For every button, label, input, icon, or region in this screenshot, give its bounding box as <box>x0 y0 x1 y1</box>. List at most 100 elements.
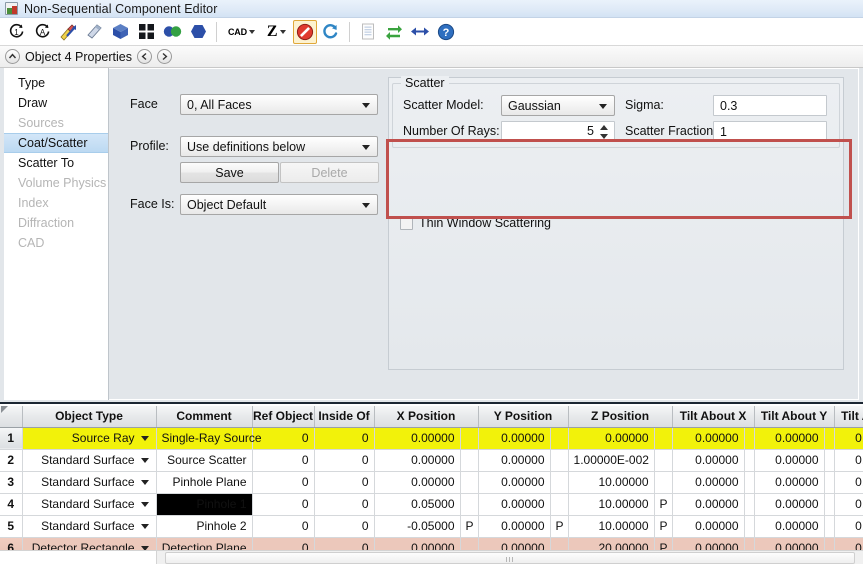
cell-tilt-about-z[interactable]: 0.00000 <box>834 427 863 449</box>
row-header-4[interactable]: 4 <box>0 493 22 515</box>
scatter-model-combobox[interactable]: Gaussian <box>501 95 615 116</box>
no-entry-icon[interactable] <box>293 20 317 44</box>
cell-object-type[interactable]: Standard Surface <box>22 493 156 515</box>
cell-y-position[interactable]: 0.00000 <box>478 471 550 493</box>
cell-comment[interactable]: Source Scatter <box>156 449 252 471</box>
cell-tilt-about-y[interactable]: 0.00000 <box>754 471 824 493</box>
update-all-icon[interactable]: A <box>30 20 54 44</box>
cell-ref-object[interactable]: 0 <box>252 493 314 515</box>
cell-x-position[interactable]: -0.05000 <box>374 515 460 537</box>
sigma-input[interactable]: 0.3 <box>713 95 827 116</box>
cell-x-pickup-flag[interactable] <box>460 427 478 449</box>
cell-tilt-about-x[interactable]: 0.00000 <box>672 493 744 515</box>
cell-x-pickup-flag[interactable] <box>460 449 478 471</box>
cell-x-pickup-flag[interactable] <box>460 471 478 493</box>
cell-z-position[interactable]: 1.00000E-002 <box>568 449 654 471</box>
cell-z-position[interactable]: 10.00000 <box>568 493 654 515</box>
cell-y-position[interactable]: 0.00000 <box>478 515 550 537</box>
table-row[interactable]: 5Standard SurfacePinhole 200-0.05000P0.0… <box>0 515 863 537</box>
table-row[interactable]: 3Standard SurfacePinhole Plane000.000000… <box>0 471 863 493</box>
cell-object-type[interactable]: Standard Surface <box>22 449 156 471</box>
cube-object-icon[interactable] <box>108 20 132 44</box>
cell-x-position[interactable]: 0.00000 <box>374 449 460 471</box>
thin-window-scattering-checkbox[interactable] <box>400 217 413 230</box>
cell-inside-of[interactable]: 0 <box>314 493 374 515</box>
table-row[interactable]: 1Source RaySingle-Ray Source000.000000.0… <box>0 427 863 449</box>
cell-inside-of[interactable]: 0 <box>314 515 374 537</box>
z-menu-button[interactable]: Z <box>262 20 291 44</box>
cell-tilt-about-y[interactable]: 0.00000 <box>754 515 824 537</box>
col-tilt-about-z[interactable]: Tilt About Z <box>834 406 863 427</box>
refresh-icon[interactable] <box>319 20 343 44</box>
connect-icon[interactable] <box>408 20 432 44</box>
col-y-position[interactable]: Y Position <box>478 406 568 427</box>
cell-object-type[interactable]: Standard Surface <box>22 471 156 493</box>
collapse-icon[interactable] <box>5 49 20 64</box>
cell-z-pickup-flag[interactable] <box>654 427 672 449</box>
cell-inside-of[interactable]: 0 <box>314 449 374 471</box>
cell-z-pickup-flag[interactable] <box>654 471 672 493</box>
sidebar-item-coat-scatter[interactable]: Coat/Scatter <box>4 133 108 153</box>
cell-tilt-x-pickup-flag[interactable] <box>744 449 754 471</box>
col-inside-of[interactable]: Inside Of <box>314 406 374 427</box>
horizontal-scrollbar[interactable] <box>0 550 863 564</box>
cell-tilt-about-z[interactable]: 0.00000 <box>834 449 863 471</box>
cell-object-type[interactable]: Standard Surface <box>22 515 156 537</box>
scrollbar-thumb[interactable] <box>165 552 855 564</box>
col-tilt-about-y[interactable]: Tilt About Y <box>754 406 834 427</box>
cell-tilt-y-pickup-flag[interactable] <box>824 449 834 471</box>
grid-icon[interactable] <box>134 20 158 44</box>
cad-menu-button[interactable]: CAD <box>223 20 260 44</box>
save-button[interactable]: Save <box>180 162 279 183</box>
swap-icon[interactable] <box>382 20 406 44</box>
cell-tilt-x-pickup-flag[interactable] <box>744 493 754 515</box>
cell-y-pickup-flag[interactable] <box>550 471 568 493</box>
cell-tilt-about-y[interactable]: 0.00000 <box>754 427 824 449</box>
cell-y-pickup-flag[interactable] <box>550 493 568 515</box>
sidebar-item-scatter-to[interactable]: Scatter To <box>4 153 108 173</box>
cell-comment[interactable]: Pinhole 1 <box>156 493 252 515</box>
number-of-rays-stepper[interactable]: 5 <box>501 121 615 142</box>
table-row[interactable]: 2Standard SurfaceSource Scatter000.00000… <box>0 449 863 471</box>
cell-tilt-about-z[interactable]: 0.00000 <box>834 515 863 537</box>
cell-comment[interactable]: Pinhole Plane <box>156 471 252 493</box>
col-ref-object[interactable]: Ref Object <box>252 406 314 427</box>
cell-z-pickup-flag[interactable]: P <box>654 515 672 537</box>
cell-tilt-x-pickup-flag[interactable] <box>744 515 754 537</box>
spinner-arrows-icon[interactable] <box>600 124 610 140</box>
cell-x-pickup-flag[interactable] <box>460 493 478 515</box>
row-header-3[interactable]: 3 <box>0 471 22 493</box>
sidebar-item-type[interactable]: Type <box>4 73 108 93</box>
cell-inside-of[interactable]: 0 <box>314 427 374 449</box>
cell-inside-of[interactable]: 0 <box>314 471 374 493</box>
cell-x-pickup-flag[interactable]: P <box>460 515 478 537</box>
cell-y-position[interactable]: 0.00000 <box>478 449 550 471</box>
cell-x-position[interactable]: 0.00000 <box>374 471 460 493</box>
cell-y-position[interactable]: 0.00000 <box>478 427 550 449</box>
insert-object-icon[interactable] <box>56 20 80 44</box>
cell-comment[interactable]: Single-Ray Source <box>156 427 252 449</box>
cell-y-pickup-flag[interactable]: P <box>550 515 568 537</box>
cell-y-pickup-flag[interactable] <box>550 449 568 471</box>
cell-z-pickup-flag[interactable]: P <box>654 493 672 515</box>
cell-z-pickup-flag[interactable] <box>654 449 672 471</box>
cell-tilt-y-pickup-flag[interactable] <box>824 493 834 515</box>
cell-y-pickup-flag[interactable] <box>550 427 568 449</box>
row-header-5[interactable]: 5 <box>0 515 22 537</box>
cell-y-position[interactable]: 0.00000 <box>478 493 550 515</box>
cell-ref-object[interactable]: 0 <box>252 449 314 471</box>
cell-x-position[interactable]: 0.05000 <box>374 493 460 515</box>
table-row[interactable]: 4Standard SurfacePinhole 1000.050000.000… <box>0 493 863 515</box>
row-header-1[interactable]: 1 <box>0 427 22 449</box>
cell-tilt-x-pickup-flag[interactable] <box>744 427 754 449</box>
cell-ref-object[interactable]: 0 <box>252 471 314 493</box>
next-object-icon[interactable] <box>157 49 172 64</box>
scatter-fraction-input[interactable]: 1 <box>713 121 827 142</box>
col-object-type[interactable]: Object Type <box>22 406 156 427</box>
cell-tilt-y-pickup-flag[interactable] <box>824 515 834 537</box>
cell-x-position[interactable]: 0.00000 <box>374 427 460 449</box>
list-icon[interactable] <box>356 20 380 44</box>
help-icon[interactable]: ? <box>434 20 458 44</box>
col-x-position[interactable]: X Position <box>374 406 478 427</box>
cell-ref-object[interactable]: 0 <box>252 515 314 537</box>
